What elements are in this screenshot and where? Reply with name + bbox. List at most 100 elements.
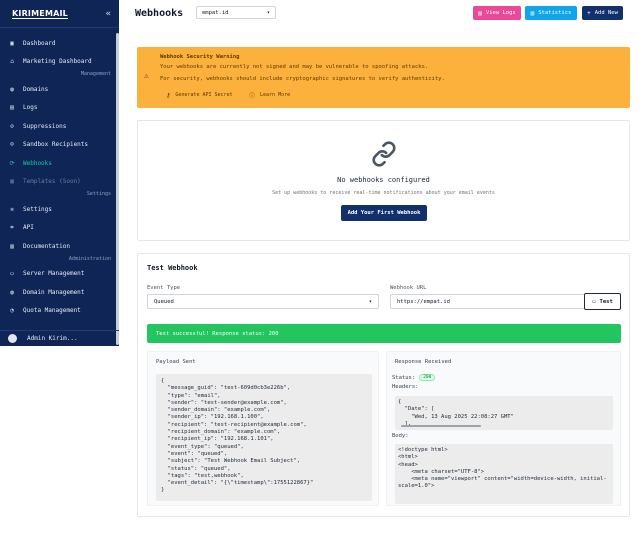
event-type-label: Event Type (147, 285, 181, 291)
headers-label: Headers: (392, 384, 419, 390)
sidebar-item-label: Templates (Soon) (23, 178, 81, 186)
sidebar-item-settings[interactable]: ✲ Settings (0, 200, 119, 219)
add-new-label: Add New (594, 10, 618, 16)
home-icon: ⌂ (10, 58, 14, 66)
dashboard-icon: ▣ (10, 39, 14, 47)
avatar (8, 334, 17, 343)
learn-more-label: Learn More (260, 92, 291, 98)
webhook-url-input[interactable]: https://empat.id (390, 294, 585, 309)
sidebar-item-dashboard[interactable]: ▣ Dashboard (0, 34, 119, 53)
body-label: Body: (392, 433, 409, 439)
sidebar-item-domain-management[interactable]: ◍ Domain Management (0, 283, 119, 302)
response-panel: Response Received Status: 200 Headers: {… (386, 351, 621, 506)
sidebar-item-webhooks[interactable]: ⟳ Webhooks (0, 154, 119, 173)
sidebar-item-label: Logs (23, 104, 38, 112)
sidebar-item-domains[interactable]: ◍ Domains (0, 80, 119, 99)
statistics-button[interactable]: ▥ Statistics (525, 6, 577, 20)
globe-icon: ◍ (10, 85, 14, 93)
sidebar-item-templates-soon: ▦ Templates (Soon) (0, 173, 119, 192)
users-icon: ☺ (10, 141, 14, 149)
domain-select-value: empat.id (202, 9, 229, 16)
user-name: Admin Kirim... (27, 335, 78, 342)
view-logs-label: View Logs (485, 10, 516, 16)
sidebar-item-api[interactable]: ⌗ API (0, 219, 119, 238)
sidebar-item-label: Marketing Dashboard (23, 58, 92, 66)
sidebar-section-label: Management (80, 71, 111, 77)
info-icon: ⓘ (249, 92, 256, 100)
sidebar-item-suppressions[interactable]: ⊘ Suppressions (0, 117, 119, 136)
sidebar-item-label: Domains (23, 85, 49, 93)
sidebar-item-documentation[interactable]: ▥ Documentation (0, 237, 119, 256)
sidebar-item-server-management[interactable]: ▭ Server Management (0, 265, 119, 284)
body-code[interactable]: <!doctype html> <html> <head> <meta char… (395, 444, 613, 504)
sidebar-item-label: Domain Management (23, 288, 85, 296)
logo[interactable]: KIRIMEMAIL (12, 9, 68, 19)
test-webhook-title: Test Webhook (147, 264, 198, 272)
quota-icon: ◔ (10, 307, 14, 315)
webhook-icon: ⟳ (9, 159, 15, 167)
chevron-down-icon: ▾ (368, 298, 372, 305)
sidebar-item-label: Settings (23, 205, 52, 213)
gear-icon: ✲ (10, 205, 14, 213)
sidebar-section-label: Administration (68, 255, 111, 262)
sidebar-item-label: Suppressions (23, 122, 67, 130)
key-icon: ⚷ (166, 91, 171, 99)
globe-icon: ◍ (10, 288, 14, 296)
page-title: Webhooks (135, 8, 184, 19)
link-icon (372, 141, 396, 167)
view-logs-button[interactable]: ▤ View Logs (473, 6, 521, 20)
test-button-label: Test (599, 298, 613, 305)
sidebar-section-label: Settings (86, 191, 111, 197)
sidebar-item-logs[interactable]: ▤ Logs (0, 99, 119, 118)
collapse-sidebar-icon[interactable]: « (106, 9, 111, 19)
warning-icon: ⚠ (144, 71, 149, 80)
headers-scrollbar[interactable] (401, 425, 481, 427)
status-row: Status: 200 (392, 374, 436, 381)
file-icon: ▤ (478, 9, 482, 17)
statistics-label: Statistics (538, 10, 572, 16)
empty-state-subtitle: Set up webhooks to receive real-time not… (272, 190, 495, 196)
send-icon: ▭ (592, 298, 596, 305)
event-type-select[interactable]: Queued ▾ (147, 294, 379, 309)
empty-state-title: No webhooks configured (337, 176, 430, 184)
payload-code: { "message_guid": "test-609d0cb3e226b", … (156, 374, 372, 501)
test-webhook-card: Test Webhook Event Type Webhook URL Queu… (137, 253, 630, 517)
sidebar-item-sandbox-recipients[interactable]: ☺ Sandbox Recipients (0, 136, 119, 155)
sidebar-item-quota-management[interactable]: ◔ Quota Management (0, 302, 119, 321)
security-warning: ⚠ Webhook Security Warning Your webhooks… (137, 47, 630, 108)
sidebar-item-label: Quota Management (23, 307, 81, 315)
success-alert: Test successful! Response status: 200 (147, 324, 621, 343)
generate-api-secret-button[interactable]: ⚷ Generate API Secret (166, 90, 233, 100)
sidebar-item-label: Sandbox Recipients (23, 141, 89, 149)
plus-icon: + (587, 9, 591, 17)
response-title: Response Received (395, 359, 452, 365)
sidebar: KIRIMEMAIL « ▣ Dashboard ⌂ Marketing Dashbo… (0, 0, 119, 346)
sidebar-item-label: API (23, 224, 34, 232)
sidebar-item-label: Documentation (23, 242, 70, 250)
sidebar-nav: ▣ Dashboard ⌂ Marketing Dashboard Management… (0, 28, 119, 320)
sidebar-item-label: Server Management (23, 270, 85, 278)
warning-title: Webhook Security Warning (160, 54, 240, 60)
sidebar-header: KIRIMEMAIL « (0, 0, 119, 28)
server-icon: ▭ (10, 270, 14, 278)
add-new-button[interactable]: + Add New (582, 6, 623, 20)
file-icon: ▤ (10, 104, 14, 112)
add-first-webhook-button[interactable]: Add Your First Webhook (341, 205, 427, 221)
api-icon: ⌗ (10, 223, 14, 231)
test-button[interactable]: ▭ Test (584, 293, 621, 310)
domain-select[interactable]: empat.id ▾ (196, 6, 276, 19)
sidebar-item-label: Dashboard (23, 39, 56, 47)
payload-title: Payload Sent (156, 359, 196, 365)
sidebar-item-marketing-dashboard[interactable]: ⌂ Marketing Dashboard (0, 53, 119, 72)
webhook-url-label: Webhook URL (390, 285, 427, 291)
chevron-down-icon: ▾ (266, 9, 270, 16)
user-menu[interactable]: Admin Kirim... (0, 330, 119, 346)
warning-line-1: Your webhooks are currently not signed a… (160, 64, 429, 70)
topbar: Webhooks empat.id ▾ ▤ View Logs ▥ Statis… (135, 0, 644, 27)
chart-icon: ▥ (530, 9, 535, 17)
event-type-value: Queued (154, 298, 174, 305)
generate-api-secret-label: Generate API Secret (175, 92, 233, 98)
sidebar-scrollbar-thumb[interactable] (116, 33, 119, 345)
template-icon: ▦ (10, 178, 14, 186)
learn-more-button[interactable]: ⓘ Learn More (249, 90, 290, 100)
